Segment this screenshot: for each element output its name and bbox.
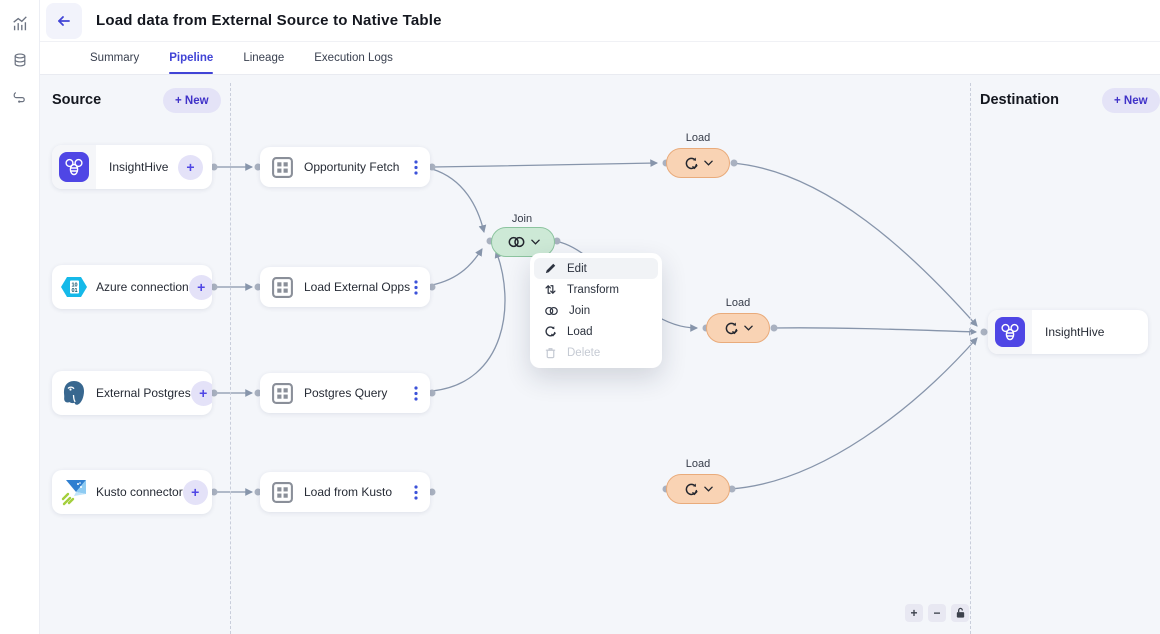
node-label: InsightHive (96, 160, 178, 174)
node-label: Postgres Query (304, 386, 414, 400)
add-connection-button[interactable]: + (191, 381, 212, 406)
sync-icon (684, 482, 699, 497)
node-label: Azure connection (96, 280, 189, 294)
kebab-menu-icon[interactable] (414, 160, 418, 175)
lock-button[interactable] (951, 604, 969, 622)
arrow-left-icon (56, 13, 72, 29)
menu-item-edit[interactable]: Edit (534, 258, 658, 279)
canvas-zoom-controls: + − (905, 604, 969, 622)
destination-new-button[interactable]: + New (1102, 88, 1160, 113)
pipeline-canvas[interactable]: Source + New Destination + New InsightHi… (40, 75, 1160, 634)
sync-icon (724, 321, 739, 336)
destination-heading: Destination (980, 92, 1059, 108)
zoom-out-button[interactable]: − (928, 604, 946, 622)
menu-item-load[interactable]: Load (534, 321, 658, 342)
chevron-down-icon[interactable] (531, 239, 540, 245)
load-node-top[interactable] (666, 148, 730, 178)
kebab-menu-icon[interactable] (414, 485, 418, 500)
tab-bar: Summary Pipeline Lineage Execution Logs (40, 42, 1160, 75)
chevron-down-icon[interactable] (744, 325, 753, 331)
kebab-menu-icon[interactable] (414, 386, 418, 401)
app-window: Load data from External Source to Native… (0, 0, 1160, 634)
join-venn-icon (507, 236, 526, 248)
source-node-azure[interactable]: 10 01 Azure connection + (52, 265, 212, 309)
node-label: Kusto connector (96, 485, 183, 499)
tab-execution-logs[interactable]: Execution Logs (314, 42, 393, 74)
load-node-label: Load (706, 297, 770, 309)
add-connection-button[interactable]: + (178, 155, 203, 180)
destination-node-insighthive[interactable]: InsightHive (988, 310, 1148, 354)
chevron-down-icon[interactable] (704, 160, 713, 166)
add-connection-button[interactable]: + (183, 480, 208, 505)
tab-pipeline[interactable]: Pipeline (169, 42, 213, 74)
node-label: Load External Opps (304, 280, 414, 294)
table-grid-icon (260, 481, 304, 504)
pencil-icon (544, 262, 557, 275)
transform-icon (544, 283, 557, 296)
kebab-menu-icon[interactable] (414, 280, 418, 295)
insighthive-bee-icon (988, 310, 1032, 354)
sync-icon (544, 325, 557, 338)
kusto-icon (52, 477, 96, 507)
chart-icon[interactable] (10, 14, 30, 34)
source-heading: Source (52, 92, 101, 108)
tab-summary[interactable]: Summary (90, 42, 139, 74)
trash-icon (544, 346, 557, 359)
add-connection-button[interactable]: + (189, 275, 212, 300)
destination-column-divider (970, 83, 971, 634)
load-node-label: Load (666, 458, 730, 470)
join-venn-icon (544, 306, 559, 316)
node-label: External Postgres (96, 386, 191, 400)
source-column-divider (230, 83, 231, 634)
join-node-label: Join (490, 213, 554, 225)
source-node-postgres[interactable]: External Postgres + (52, 371, 212, 415)
transform-node-load-from-kusto[interactable]: Load from Kusto (260, 472, 430, 512)
source-node-insighthive[interactable]: InsightHive + (52, 145, 212, 189)
menu-item-delete[interactable]: Delete (534, 342, 658, 363)
back-button[interactable] (46, 3, 82, 39)
postgres-elephant-icon (52, 378, 96, 408)
chevron-down-icon[interactable] (704, 486, 713, 492)
flow-icon[interactable] (10, 86, 30, 106)
menu-item-join[interactable]: Join (534, 300, 658, 321)
load-node-label: Load (666, 132, 730, 144)
zoom-in-button[interactable]: + (905, 604, 923, 622)
table-grid-icon (260, 156, 304, 179)
node-context-menu: Edit Transform Join Load Delete (530, 253, 662, 368)
transform-node-postgres-query[interactable]: Postgres Query (260, 373, 430, 413)
menu-item-transform[interactable]: Transform (534, 279, 658, 300)
load-node-middle[interactable] (706, 313, 770, 343)
page-title: Load data from External Source to Native… (96, 12, 442, 29)
page-header: Load data from External Source to Native… (40, 0, 1160, 42)
table-grid-icon (260, 382, 304, 405)
azure-hexagon-icon: 10 01 (52, 271, 96, 303)
table-grid-icon (260, 276, 304, 299)
load-node-bottom[interactable] (666, 474, 730, 504)
node-label: Load from Kusto (304, 485, 414, 499)
sync-icon (684, 156, 699, 171)
database-icon[interactable] (10, 50, 30, 70)
source-new-button[interactable]: + New (163, 88, 221, 113)
source-node-kusto[interactable]: Kusto connector + (52, 470, 212, 514)
transform-node-load-external-opps[interactable]: Load External Opps (260, 267, 430, 307)
transform-node-opportunity-fetch[interactable]: Opportunity Fetch (260, 147, 430, 187)
insighthive-bee-icon (52, 145, 96, 189)
svg-text:01: 01 (71, 288, 77, 294)
left-nav-rail (0, 0, 40, 634)
lock-icon (955, 607, 966, 619)
node-label: InsightHive (1032, 325, 1148, 339)
tab-lineage[interactable]: Lineage (243, 42, 284, 74)
node-label: Opportunity Fetch (304, 160, 414, 174)
